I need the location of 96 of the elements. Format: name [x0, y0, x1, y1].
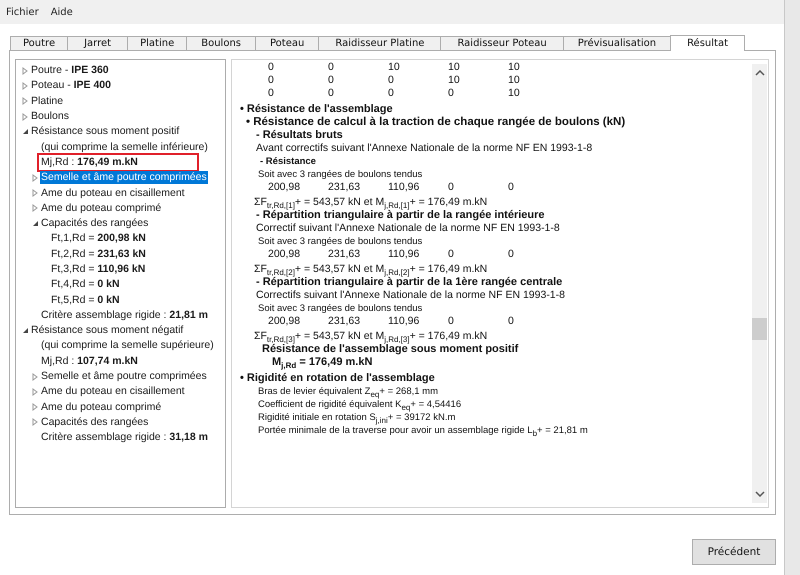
tree-item[interactable]: Poutre - IPE 360: [30, 64, 110, 78]
tree-item[interactable]: Ft,1,Rd = 200,98 kN: [50, 232, 147, 246]
table-value: 0: [388, 87, 395, 100]
table-value: 110,96: [388, 181, 420, 194]
table-value: 0: [328, 74, 335, 87]
tree-item[interactable]: Poteau - IPE 400: [30, 79, 112, 92]
tree-item[interactable]: Ame du poteau en cisaillement: [40, 385, 186, 398]
table-value: 0: [448, 181, 455, 194]
table-value: 0: [508, 248, 515, 261]
tree-item[interactable]: Résistance sous moment positif: [30, 125, 180, 138]
tab[interactable]: Raidisseur Platine: [318, 36, 442, 50]
scroll-thumb[interactable]: [752, 318, 767, 340]
tree-item[interactable]: Mj,Rd : 107,74 m.kN: [40, 354, 139, 368]
report-text: Soit avec 3 rangées de boulons tendus: [257, 302, 424, 315]
tree-item[interactable]: Platine: [30, 94, 64, 108]
table-value: 231,63: [328, 315, 362, 328]
tab[interactable]: Platine: [127, 36, 188, 50]
tree-item[interactable]: (qui comprime la semelle inférieure): [40, 140, 209, 154]
table-value: 200,98: [268, 315, 302, 328]
report-text: ΣF$_{tr,Rd,[1]}$+ = 543,57 kN et M$_{j,Rd,[1]}$+ = 176,49 m.kN: [253, 196, 488, 209]
tab[interactable]: Poteau: [255, 36, 320, 50]
tree-item[interactable]: Ame du poteau en cisaillement: [40, 186, 186, 200]
report-heading: - Répartition triangulaire à partir de la 1ère rangée centrale: [255, 276, 564, 289]
report-text: Soit avec 3 rangées de boulons tendus: [257, 235, 424, 248]
table-value: 200,98: [268, 248, 302, 261]
tree-item[interactable]: Ft,3,Rd = 110,96 kN: [50, 263, 146, 276]
expanded-arrow-icon[interactable]: [22, 128, 28, 136]
table-value: 231,63: [328, 248, 362, 261]
report-heading: - Résistance: [259, 155, 317, 168]
tree-item[interactable]: Capacités des rangées: [40, 217, 150, 230]
table-value: 0: [508, 315, 515, 328]
table-value: 10: [508, 87, 521, 100]
tree-item[interactable]: Critère assemblage rigide : 21,81 m: [40, 308, 209, 322]
report-text: ΣF$_{tr,Rd,[3]}$+ = 543,57 kN et M$_{j,Rd,[3]}$+ = 176,49 m.kN: [253, 330, 488, 343]
report-text: M$_{j,Rd}$ = 176,49 m.kN: [271, 356, 374, 369]
table-value: 10: [448, 61, 461, 74]
menu-item[interactable]: Aide: [50, 6, 73, 18]
table-value: 0: [268, 87, 275, 100]
report-heading: - Répartition triangulaire à partir de la rangée intérieure: [255, 209, 546, 222]
report-text: Soit avec 3 rangées de boulons tendus: [257, 168, 424, 181]
table-value: 0: [268, 61, 275, 74]
tree-item[interactable]: Mj,Rd : 176,49 m.kN: [40, 156, 196, 169]
tab[interactable]: Boulons: [186, 36, 256, 50]
table-value: 200,98: [268, 181, 302, 194]
expanded-arrow-icon[interactable]: [32, 220, 38, 228]
report-text: Coefficient de rigidité équivalent K$_{eq}$+ = 4,54416: [257, 399, 462, 411]
tree-item[interactable]: Résistance sous moment négatif: [30, 324, 184, 338]
report-heading: - Résultats bruts: [255, 129, 344, 142]
table-value: 0: [328, 87, 335, 100]
report-text: ΣF$_{tr,Rd,[2]}$+ = 543,57 kN et M$_{j,Rd,[2]}$+ = 176,49 m.kN: [253, 263, 488, 276]
table-value: 10: [508, 61, 521, 74]
report-heading: • Résistance de l'assemblage: [240, 103, 394, 116]
menu-item[interactable]: Fichier: [6, 6, 39, 18]
table-value: 0: [448, 248, 455, 261]
tree-item[interactable]: Critère assemblage rigide : 31,18 m: [40, 431, 209, 444]
tree-item[interactable]: (qui comprime la semelle supérieure): [40, 339, 215, 352]
report-text: Correctifs suivant l'Annexe Nationale de la norme NF EN 1993-1-8: [255, 289, 566, 302]
tab[interactable]: Jarret: [67, 36, 128, 50]
table-value: 0: [508, 181, 515, 194]
table-value: 0: [448, 87, 455, 100]
tree-item[interactable]: Ft,4,Rd = 0 kN: [50, 278, 121, 292]
tab[interactable]: Résultat: [670, 35, 746, 51]
table-value: 10: [508, 74, 521, 87]
scroll-down-icon[interactable]: [754, 491, 764, 497]
report-heading: • Résistance de calcul à la traction de chaque rangée de boulons (kN): [245, 116, 626, 129]
report-text: Rigidité initiale en rotation S$_{j,ini}$+ = 39172 kN.m: [257, 412, 456, 424]
tree-item[interactable]: Boulons: [30, 110, 70, 124]
table-value: 231,63: [328, 181, 362, 194]
tab[interactable]: Prévisualisation: [562, 36, 672, 50]
tree-item[interactable]: Semelle et âme poutre comprimées: [40, 171, 208, 184]
report-text: Avant correctifs suivant l'Annexe Nationale de la norme NF EN 1993-1-8: [255, 142, 594, 155]
previous-button[interactable]: Précédent: [692, 539, 776, 565]
tree-item[interactable]: Semelle et âme poutre comprimées: [40, 370, 208, 384]
tree-item[interactable]: Ft,2,Rd = 231,63 kN: [50, 248, 147, 261]
table-value: 10: [448, 74, 461, 87]
report-heading: • Rigidité en rotation de l'assemblage: [240, 372, 436, 385]
report-text: Correctif suivant l'Annexe Nationale de la norme NF EN 1993-1-8: [255, 222, 561, 235]
scroll-up-icon[interactable]: [754, 70, 764, 76]
expanded-arrow-icon[interactable]: [22, 327, 28, 334]
report-text: Bras de levier équivalent Z$_{eq}$+ = 268,1 mm: [257, 385, 440, 398]
table-value: 110,96: [388, 315, 420, 328]
table-value: 10: [388, 61, 401, 74]
tab[interactable]: Poutre: [10, 36, 68, 50]
report-text: Résistance de l'assemblage sous moment positif: [261, 343, 520, 356]
table-value: 110,96: [388, 248, 420, 261]
tree-item[interactable]: Ame du poteau comprimé: [40, 202, 162, 215]
table-value: 0: [328, 61, 335, 74]
tab[interactable]: Raidisseur Poteau: [440, 36, 564, 50]
scrollbar[interactable]: [752, 64, 767, 503]
report-text: Portée minimale de la traverse pour avoir un assemblage rigide L$_{b}$+ = 21,81 m: [257, 425, 589, 437]
table-value: 0: [448, 315, 455, 328]
tree-item[interactable]: Ame du poteau comprimé: [40, 400, 162, 414]
table-value: 0: [268, 74, 275, 87]
table-value: 0: [388, 74, 395, 87]
tree-item[interactable]: Capacités des rangées: [40, 416, 150, 429]
tree-item[interactable]: Ft,5,Rd = 0 kN: [50, 294, 121, 307]
